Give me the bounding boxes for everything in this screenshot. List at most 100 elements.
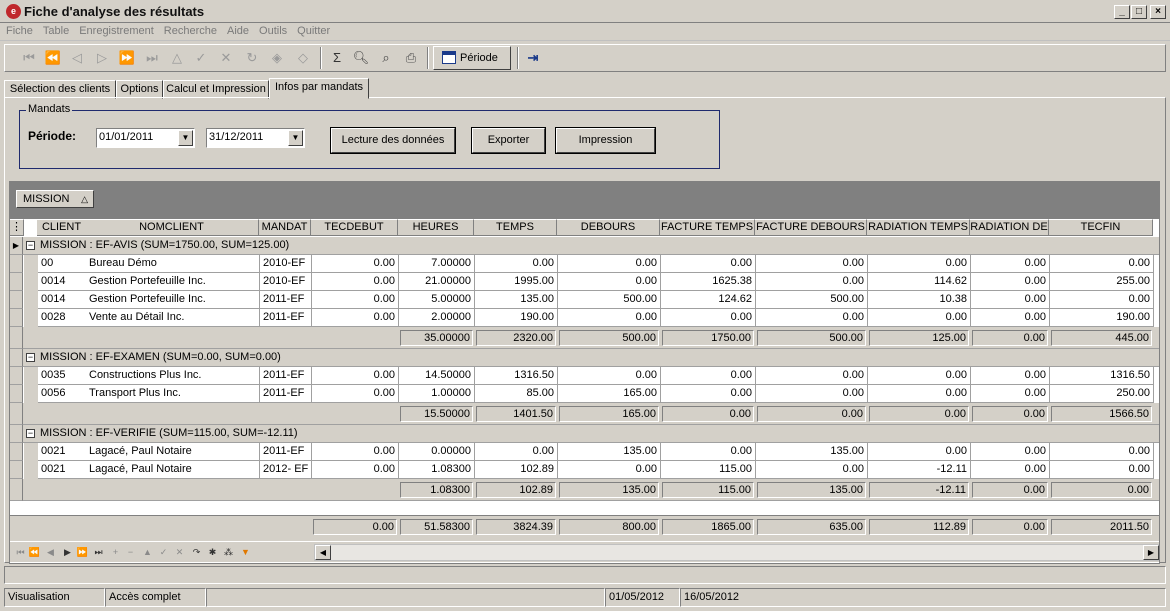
- column-header-temps[interactable]: TEMPS: [474, 219, 557, 236]
- cell-debours[interactable]: 0.00: [558, 367, 661, 385]
- cell-tecdebut[interactable]: 0.00: [312, 273, 399, 291]
- cell-client[interactable]: 00: [38, 255, 87, 273]
- cell-client[interactable]: 0014: [38, 273, 87, 291]
- cell-facture-temps[interactable]: 0.00: [661, 385, 756, 403]
- cell-facture-temps[interactable]: 0.00: [661, 255, 756, 273]
- cell-mandat[interactable]: 2010-EF: [260, 255, 312, 273]
- cell-nomclient[interactable]: Gestion Portefeuille Inc.: [86, 291, 260, 309]
- cell-facture-debours[interactable]: 0.00: [756, 273, 868, 291]
- column-header-nomclient[interactable]: NOMCLIENT: [85, 219, 259, 236]
- cell-nomclient[interactable]: Lagacé, Paul Notaire: [86, 461, 260, 479]
- refresh-icon[interactable]: ↻: [242, 48, 262, 68]
- cancel-icon[interactable]: ✕: [216, 48, 236, 68]
- table-row[interactable]: 0014 Gestion Portefeuille Inc. 2010-EF 0.00…: [10, 273, 1159, 291]
- cell-client[interactable]: 0021: [38, 443, 87, 461]
- close-icon[interactable]: ×: [1150, 5, 1166, 19]
- prev-page-icon[interactable]: ⏪: [43, 48, 63, 68]
- column-chooser-icon[interactable]: ⋮: [10, 219, 24, 236]
- cell-debours[interactable]: 0.00: [558, 309, 661, 327]
- scroll-left-icon[interactable]: ◀: [315, 545, 331, 560]
- cell-mandat[interactable]: 2011-EF: [260, 309, 312, 327]
- menu-outils[interactable]: Outils: [255, 23, 291, 39]
- collapse-group-icon[interactable]: −: [26, 353, 35, 362]
- cell-radiation-de[interactable]: 0.00: [971, 309, 1050, 327]
- nav-last-icon[interactable]: ⏭: [92, 545, 105, 559]
- cell-facture-debours[interactable]: 135.00: [756, 443, 868, 461]
- menu-recherche[interactable]: Recherche: [160, 23, 221, 39]
- cell-radiation-de[interactable]: 0.00: [971, 291, 1050, 309]
- cell-facture-debours[interactable]: 0.00: [756, 367, 868, 385]
- collapse-group-icon[interactable]: −: [26, 429, 35, 438]
- cell-client[interactable]: 0021: [38, 461, 87, 479]
- table-row[interactable]: 00 Bureau Démo 2010-EF 0.00 7.00000 0.00 0.00 0…: [10, 255, 1159, 273]
- cell-temps[interactable]: 102.89: [475, 461, 558, 479]
- cell-debours[interactable]: 0.00: [558, 461, 661, 479]
- nav-cancel-icon[interactable]: ✕: [173, 545, 186, 559]
- cell-tecfin[interactable]: 255.00: [1050, 273, 1154, 291]
- collapse-group-icon[interactable]: −: [26, 241, 35, 250]
- cell-radiation-temps[interactable]: 0.00: [868, 309, 971, 327]
- cell-radiation-temps[interactable]: -12.11: [868, 461, 971, 479]
- cell-mandat[interactable]: 2011-EF: [260, 367, 312, 385]
- first-record-icon[interactable]: ⏮: [19, 48, 39, 68]
- lecture-donnees-button[interactable]: Lecture des données: [330, 127, 456, 154]
- cell-facture-temps[interactable]: 0.00: [661, 443, 756, 461]
- group-by-mission-chip[interactable]: MISSION △: [16, 190, 94, 208]
- periode-button[interactable]: Période: [433, 46, 511, 70]
- column-header-mandat[interactable]: MANDAT: [259, 219, 311, 236]
- table-row[interactable]: 0056 Transport Plus Inc. 2011-EF 0.00 1.0000…: [10, 385, 1159, 403]
- cell-mandat[interactable]: 2011-EF: [260, 291, 312, 309]
- nav-refresh-icon[interactable]: ↷: [190, 545, 203, 559]
- nav-post-icon[interactable]: ✓: [157, 545, 170, 559]
- chevron-down-icon[interactable]: ▼: [178, 130, 193, 146]
- cell-debours[interactable]: 0.00: [558, 273, 661, 291]
- nav-prev-page-icon[interactable]: ⏪: [28, 545, 41, 559]
- up-icon[interactable]: △: [167, 48, 187, 68]
- cell-debours[interactable]: 165.00: [558, 385, 661, 403]
- impression-button[interactable]: Impression: [555, 127, 656, 154]
- column-header-client[interactable]: CLIENT: [37, 219, 87, 236]
- group-row[interactable]: ▶ − MISSION : EF-AVIS (SUM=1750.00, SUM=12…: [10, 237, 1159, 255]
- cell-tecdebut[interactable]: 0.00: [312, 461, 399, 479]
- maximize-icon[interactable]: □: [1131, 5, 1147, 19]
- minimize-icon[interactable]: _: [1114, 5, 1130, 19]
- menu-table[interactable]: Table: [39, 23, 73, 39]
- table-row[interactable]: 0028 Vente au Détail Inc. 2011-EF 0.00 2.000…: [10, 309, 1159, 327]
- table-row[interactable]: 0035 Constructions Plus Inc. 2011-EF 0.00 14…: [10, 367, 1159, 385]
- cell-heures[interactable]: 14.50000: [399, 367, 475, 385]
- search-icon[interactable]: 🔍︎: [351, 48, 371, 68]
- cell-tecfin[interactable]: 0.00: [1050, 255, 1154, 273]
- nav-prev-icon[interactable]: ◀: [44, 545, 57, 559]
- cell-facture-temps[interactable]: 124.62: [661, 291, 756, 309]
- cell-facture-debours[interactable]: 0.00: [756, 461, 868, 479]
- cell-temps[interactable]: 85.00: [475, 385, 558, 403]
- cell-tecfin[interactable]: 0.00: [1050, 291, 1154, 309]
- cell-radiation-temps[interactable]: 10.38: [868, 291, 971, 309]
- scroll-right-icon[interactable]: ▶: [1143, 545, 1159, 560]
- cell-nomclient[interactable]: Constructions Plus Inc.: [86, 367, 260, 385]
- cell-temps[interactable]: 1995.00: [475, 273, 558, 291]
- cell-facture-debours[interactable]: 0.00: [756, 385, 868, 403]
- cell-heures[interactable]: 21.00000: [399, 273, 475, 291]
- nav-first-icon[interactable]: ⏮: [14, 545, 27, 559]
- cell-tecfin[interactable]: 0.00: [1050, 461, 1154, 479]
- cell-mandat[interactable]: 2010-EF: [260, 273, 312, 291]
- cell-tecdebut[interactable]: 0.00: [312, 443, 399, 461]
- cell-nomclient[interactable]: Bureau Démo: [86, 255, 260, 273]
- cell-temps[interactable]: 190.00: [475, 309, 558, 327]
- cell-mandat[interactable]: 2012- EF: [260, 461, 312, 479]
- cell-debours[interactable]: 135.00: [558, 443, 661, 461]
- prev-record-icon[interactable]: ◁: [67, 48, 87, 68]
- cell-radiation-temps[interactable]: 0.00: [868, 385, 971, 403]
- cell-facture-temps[interactable]: 0.00: [661, 367, 756, 385]
- column-header-tecdebut[interactable]: TECDEBUT: [311, 219, 398, 236]
- column-header-tecfin[interactable]: TECFIN: [1049, 219, 1153, 236]
- nav-goto-bookmark-icon[interactable]: ⁂: [222, 545, 235, 559]
- sum-icon[interactable]: Σ: [327, 48, 347, 68]
- cell-tecdebut[interactable]: 0.00: [312, 309, 399, 327]
- table-row[interactable]: 0014 Gestion Portefeuille Inc. 2011-EF 0.00…: [10, 291, 1159, 309]
- cell-debours[interactable]: 500.00: [558, 291, 661, 309]
- cell-heures[interactable]: 0.00000: [399, 443, 475, 461]
- cell-tecdebut[interactable]: 0.00: [312, 367, 399, 385]
- column-header-facture-temps[interactable]: FACTURE TEMPS: [660, 219, 755, 236]
